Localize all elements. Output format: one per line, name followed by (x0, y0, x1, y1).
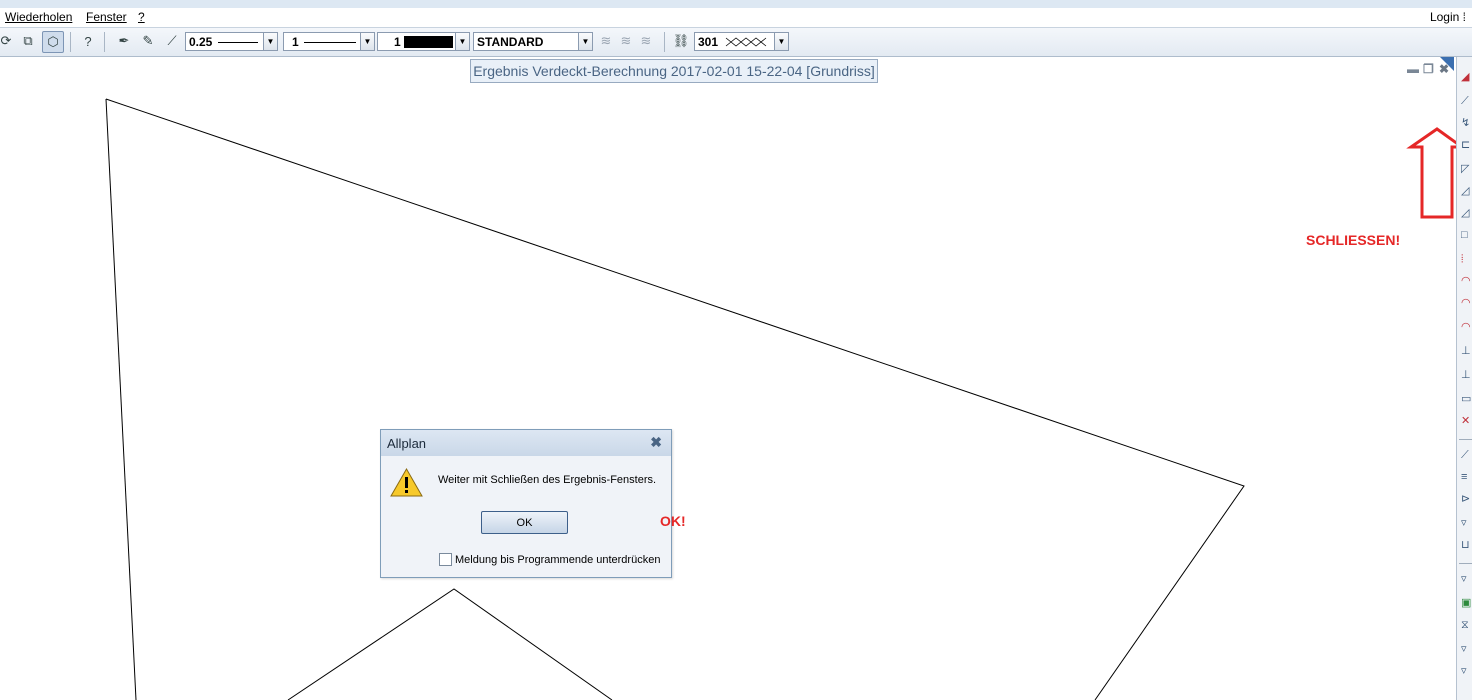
checkbox-label: Meldung bis Programmende unterdrücken (455, 553, 661, 566)
pen-thickness-value: 0.25 (189, 35, 213, 49)
color-swatch (404, 36, 453, 48)
right-toolbar: ◢ ⟋ ↯ ⊏ ◸ ◿ ◿ □ ⦙ ◠ ◠ ◠ ⊥ ⊥ ▭ ✕ ⟋ ≡ ⊳ ▿ … (1456, 57, 1472, 700)
chevron-down-icon[interactable]: ▼ (263, 33, 277, 50)
tool-icon[interactable]: ◠ (1461, 275, 1472, 287)
tool-icon[interactable]: ⊥ (1461, 345, 1472, 357)
chevron-down-icon[interactable]: ▼ (774, 33, 788, 50)
ok-hint-annotation: OK! (660, 513, 686, 529)
chain-icon[interactable]: ⛓ (671, 31, 691, 51)
tool-icon[interactable]: ▿ (1461, 643, 1472, 655)
pen-thickness-select[interactable]: 0.25 ▼ (185, 32, 278, 51)
tool-icon[interactable]: ⦙ (1461, 253, 1472, 265)
ok-button[interactable]: OK (481, 511, 568, 534)
tool-icon[interactable]: ≡ (1461, 471, 1472, 483)
toolbar-separator (1459, 563, 1472, 564)
layer-icon[interactable]: ≋ (616, 31, 636, 51)
pattern-value: 301 (698, 35, 719, 49)
pencil-icon[interactable]: ✎ (138, 31, 158, 51)
dialog-title-bar: Allplan ✖ (381, 430, 671, 456)
tool-icon[interactable]: ▿ (1461, 517, 1472, 529)
copy-icon[interactable]: ⧉ (18, 31, 38, 51)
sync-icon[interactable]: ⟳ (0, 31, 16, 51)
tool-icon[interactable]: ⊏ (1461, 139, 1472, 151)
color-value: 1 (394, 35, 401, 49)
chevron-down-icon[interactable]: ▼ (360, 33, 374, 50)
warning-icon (390, 468, 423, 497)
restore-icon[interactable]: ❐ (1423, 62, 1434, 76)
drawing-line (105, 98, 137, 700)
tool-icon[interactable]: ◢ (1461, 71, 1472, 83)
tool-icon[interactable]: ◠ (1461, 321, 1472, 333)
tool-icon[interactable]: ▣ (1461, 597, 1472, 609)
minimize-icon[interactable]: ▬ (1407, 62, 1419, 76)
pattern-select[interactable]: 301 ▼ (694, 32, 789, 51)
tool-icon[interactable]: ⟋ (1461, 449, 1472, 461)
title-strip (0, 0, 1472, 8)
layer-icon[interactable]: ≋ (636, 31, 656, 51)
tool-icon[interactable]: ⊔ (1461, 539, 1472, 551)
help-icon[interactable]: ? (78, 31, 98, 51)
pen-icon[interactable]: ✒ (114, 31, 134, 51)
up-arrow-annotation (1406, 127, 1456, 219)
tool-icon[interactable]: □ (1461, 229, 1472, 241)
tool-icon[interactable]: ✕ (1461, 415, 1472, 427)
tool-icon[interactable]: ↯ (1461, 117, 1472, 129)
menu-bar: Wiederholen Fenster ? Login ⁞ (0, 8, 1472, 28)
tool-icon[interactable]: ◿ (1461, 207, 1472, 219)
layer-value: STANDARD (477, 35, 544, 49)
pattern-preview-icon (725, 37, 767, 47)
result-window-title[interactable]: Ergebnis Verdeckt-Berechnung 2017-02-01 … (470, 59, 878, 83)
layer-select[interactable]: STANDARD ▼ (473, 32, 593, 51)
chevron-down-icon[interactable]: ▼ (578, 33, 592, 50)
layer-icon[interactable]: ≋ (596, 31, 616, 51)
tool-icon[interactable]: ◿ (1461, 185, 1472, 197)
close-hint-annotation: SCHLIESSEN! (1306, 232, 1401, 248)
dialog-message: Weiter mit Schließen des Ergebnis-Fenste… (438, 474, 657, 486)
chevron-down-icon[interactable]: ▼ (455, 33, 469, 50)
suppress-message-checkbox[interactable]: Meldung bis Programmende unterdrücken (439, 553, 660, 566)
window-controls: ▬ ❐ ✖ (1406, 62, 1454, 76)
drawing-line (105, 98, 1245, 700)
menu-help[interactable]: ? (138, 10, 145, 24)
line-type-value: 1 (292, 35, 299, 49)
tool-icon[interactable]: ▭ (1461, 393, 1472, 405)
close-icon[interactable]: ✖ (1439, 62, 1449, 76)
tool-icon[interactable]: ⟋ (1461, 95, 1472, 107)
confirm-dialog: Allplan ✖ Weiter mit Schließen des Ergeb… (380, 429, 672, 578)
toolbar-separator (664, 32, 665, 52)
tool-icon[interactable]: ◸ (1461, 163, 1472, 175)
toolbar-separator (1459, 439, 1472, 440)
menu-wiederholen[interactable]: Wiederholen (5, 10, 72, 24)
color-select[interactable]: 1 ▼ (377, 32, 470, 51)
tool-icon[interactable]: ⧖ (1461, 619, 1472, 631)
dialog-close-icon[interactable]: ✖ (650, 434, 662, 451)
dialog-body: Weiter mit Schließen des Ergebnis-Fenste… (381, 456, 671, 577)
tool-icon[interactable]: ◠ (1461, 297, 1472, 309)
menu-fenster[interactable]: Fenster (86, 10, 127, 24)
checkbox-box[interactable] (439, 553, 452, 566)
tool-icon[interactable]: ▿ (1461, 665, 1472, 677)
drawing-canvas[interactable] (0, 57, 1456, 700)
pipette-icon[interactable]: ⟋ (162, 31, 182, 51)
format-toolbar: ⟳ ⧉ ⬡ ? ✒ ✎ ⟋ 0.25 ▼ 1 ▼ 1 ▼ STANDARD ▼ … (0, 28, 1472, 57)
toolbar-separator (70, 32, 71, 52)
dialog-title: Allplan (387, 436, 427, 451)
login-link[interactable]: Login ⁞ (1430, 10, 1466, 24)
drawing-line (287, 588, 613, 700)
line-type-select[interactable]: 1 ▼ (283, 32, 375, 51)
view-3d-icon[interactable]: ⬡ (42, 31, 64, 53)
toolbar-separator (104, 32, 105, 52)
tool-icon[interactable]: ⊳ (1461, 493, 1472, 505)
tool-icon[interactable]: ▿ (1461, 573, 1472, 585)
tool-icon[interactable]: ⊥ (1461, 369, 1472, 381)
